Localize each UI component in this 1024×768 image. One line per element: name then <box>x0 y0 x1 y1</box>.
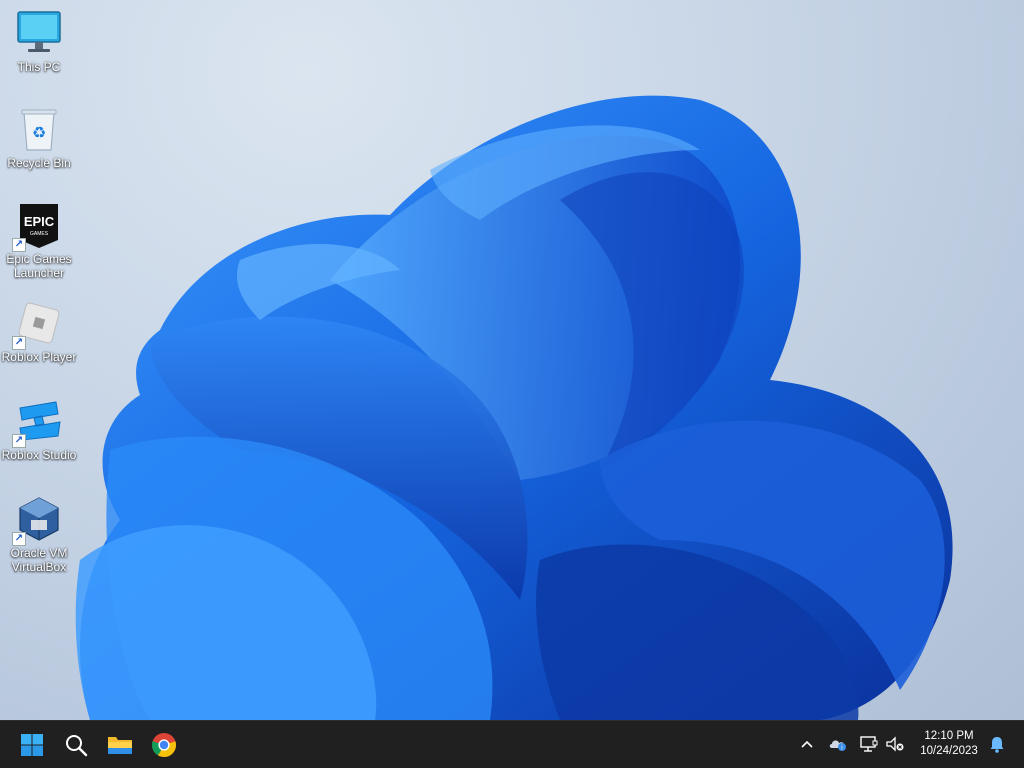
desktop-icon-epic-games-launcher[interactable]: EPIC GAMES ↗ Epic Games Launcher <box>0 202 78 280</box>
shortcut-arrow-icon: ↗ <box>12 532 26 546</box>
epic-games-icon: EPIC GAMES ↗ <box>12 202 62 252</box>
taskbar-clock[interactable]: 12:10 PM 10/24/2023 <box>908 729 990 759</box>
desktop-icon-oracle-vm-virtualbox[interactable]: ↗ Oracle VM VirtualBox <box>0 496 78 574</box>
roblox-studio-icon: ↗ <box>12 398 62 448</box>
desktop[interactable]: This PC ♻ Recycle Bin EPIC GAMES ↗ Epic … <box>0 0 1024 720</box>
monitor-icon <box>16 10 62 56</box>
taskbar: i 12:10 PM 10/24/2023 <box>0 720 1024 768</box>
desktop-icon-label: This PC <box>17 60 61 74</box>
network-icon <box>860 736 878 752</box>
svg-text:GAMES: GAMES <box>30 231 49 237</box>
clock-time: 12:10 PM <box>924 730 974 742</box>
search-button[interactable] <box>56 725 96 765</box>
start-button[interactable] <box>12 725 52 765</box>
desktop-icon-label: Epic Games Launcher <box>6 252 72 280</box>
volume-muted-icon <box>886 736 904 752</box>
windows-start-icon <box>21 734 43 756</box>
svg-text:♻: ♻ <box>32 123 46 142</box>
onedrive-icon: i <box>829 740 846 752</box>
desktop-icon-this-pc[interactable]: This PC <box>0 10 78 74</box>
file-explorer-button[interactable] <box>100 725 140 765</box>
shortcut-arrow-icon: ↗ <box>12 336 26 350</box>
volume-tray-button[interactable] <box>884 733 906 755</box>
show-hidden-icons-button[interactable] <box>796 733 818 755</box>
desktop-icon-recycle-bin[interactable]: ♻ Recycle Bin <box>0 106 78 170</box>
chrome-icon <box>151 733 177 758</box>
onedrive-tray-button[interactable]: i <box>827 733 849 755</box>
desktop-icon-label: Roblox Player <box>1 350 77 364</box>
desktop-icon-label: Recycle Bin <box>7 156 71 170</box>
desktop-icon-label: Roblox Studio <box>1 448 77 462</box>
chrome-button[interactable] <box>144 725 184 765</box>
roblox-player-icon: ↗ <box>12 300 62 350</box>
search-icon <box>66 735 88 757</box>
network-tray-button[interactable] <box>858 733 880 755</box>
clock-date: 10/24/2023 <box>920 745 978 757</box>
folder-icon <box>108 737 132 754</box>
windows-bloom-wallpaper <box>75 95 953 720</box>
desktop-icon-roblox-studio[interactable]: ↗ Roblox Studio <box>0 398 78 462</box>
notification-bell-icon <box>990 737 1004 753</box>
epic-logo-text: EPIC <box>24 214 55 229</box>
chevron-up-icon <box>801 740 813 748</box>
notification-center-button[interactable] <box>986 733 1008 755</box>
desktop-icon-roblox-player[interactable]: ↗ Roblox Player <box>0 300 78 364</box>
virtualbox-icon: ↗ <box>12 496 62 546</box>
shortcut-arrow-icon: ↗ <box>12 434 26 448</box>
shortcut-arrow-icon: ↗ <box>12 238 26 252</box>
desktop-icon-label: Oracle VM VirtualBox <box>10 546 68 574</box>
recycle-bin-icon: ♻ <box>16 106 62 152</box>
